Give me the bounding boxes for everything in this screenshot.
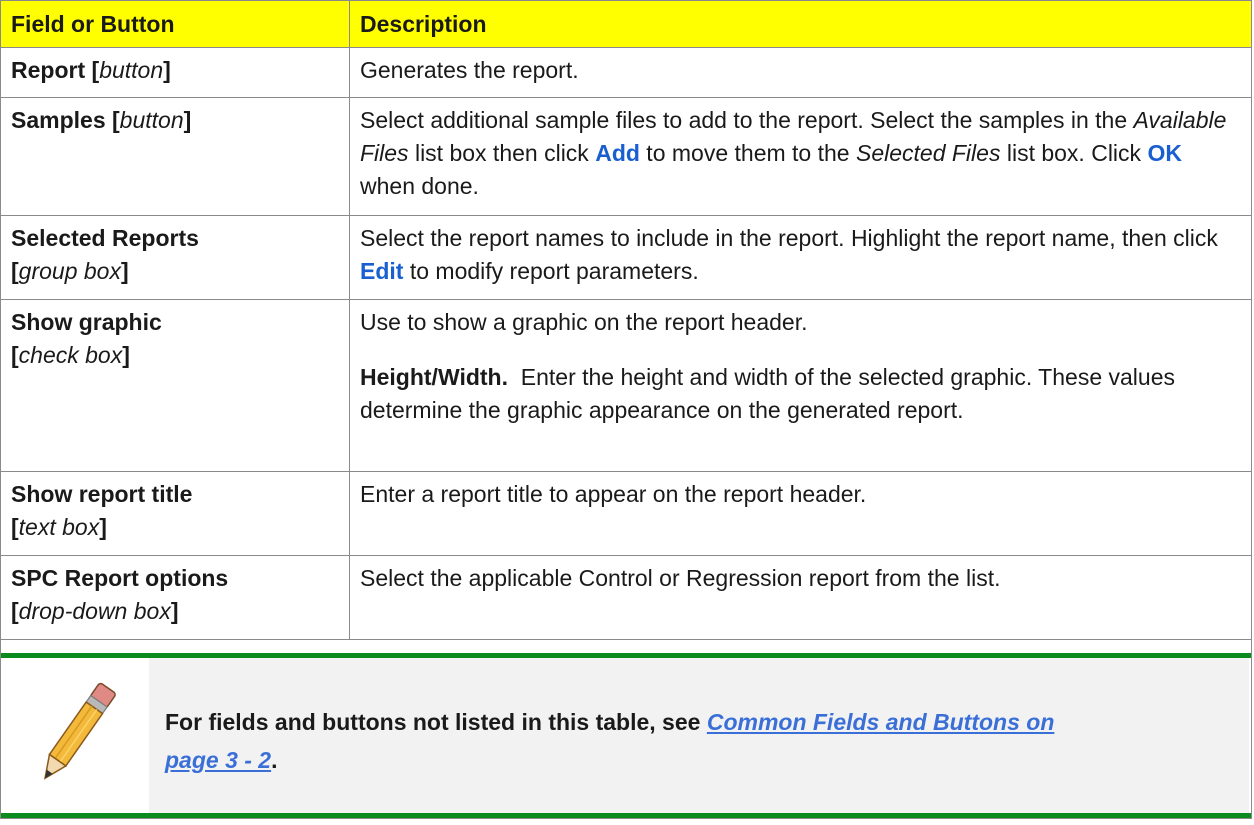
description-text: Use to show a graphic on the report head… bbox=[360, 309, 808, 335]
description-text: Select the report names to include in th… bbox=[360, 225, 1218, 251]
pencil-icon bbox=[43, 682, 116, 780]
field-type: text box bbox=[18, 514, 100, 540]
description-cell: Use to show a graphic on the report head… bbox=[349, 299, 1252, 472]
description-text: Select additional sample files to add to… bbox=[360, 107, 1134, 133]
description-text: when done. bbox=[360, 173, 479, 199]
table-row: Selected Reports [group box] Select the … bbox=[0, 215, 1252, 300]
description-cell: Select additional sample files to add to… bbox=[349, 97, 1252, 216]
note-bottom-bar bbox=[1, 813, 1251, 818]
field-cell: Selected Reports [group box] bbox=[0, 215, 350, 300]
note-box: For fields and buttons not listed in thi… bbox=[1, 640, 1251, 818]
list-box-name: Selected Files bbox=[855, 140, 1001, 166]
height-width-label: Height/Width. bbox=[360, 364, 508, 390]
description-text: Generates the report. bbox=[360, 57, 579, 83]
note-body: For fields and buttons not listed in thi… bbox=[165, 709, 707, 735]
description-text: to move them to the bbox=[639, 140, 856, 166]
note-text: For fields and buttons not listed in thi… bbox=[165, 703, 1065, 779]
field-type: group box bbox=[18, 258, 121, 284]
table-row: Show graphic [check box] Use to show a g… bbox=[0, 299, 1252, 472]
field-cell: Report [button] bbox=[0, 47, 350, 98]
field-name: Show report title bbox=[11, 481, 193, 507]
note-cell: For fields and buttons not listed in thi… bbox=[0, 639, 1252, 819]
note-row: For fields and buttons not listed in thi… bbox=[0, 639, 1252, 819]
field-type: button bbox=[99, 57, 164, 83]
edit-button-ref: Edit bbox=[360, 258, 404, 284]
field-type: check box bbox=[18, 342, 123, 368]
field-name: Show graphic bbox=[11, 309, 162, 335]
description-text: Select the applicable Control or Regress… bbox=[360, 565, 1001, 591]
description-cell: Enter a report title to appear on the re… bbox=[349, 471, 1252, 556]
description-cell: Generates the report. bbox=[349, 47, 1252, 98]
table-row: SPC Report options [drop-down box] Selec… bbox=[0, 555, 1252, 640]
table-row: Samples [button] Select additional sampl… bbox=[0, 97, 1252, 216]
field-cell: SPC Report options [drop-down box] bbox=[0, 555, 350, 640]
table-row: Report [button] Generates the report. bbox=[0, 47, 1252, 98]
field-name: Samples bbox=[11, 107, 106, 133]
table-header-row: Field or Button Description bbox=[0, 0, 1252, 48]
description-text: to modify report parameters. bbox=[403, 258, 699, 284]
ok-button-ref: OK bbox=[1147, 140, 1182, 166]
description-text: Enter a report title to appear on the re… bbox=[360, 481, 867, 507]
field-name: Selected Reports bbox=[11, 225, 199, 251]
field-cell: Show graphic [check box] bbox=[0, 299, 350, 472]
field-type: drop-down box bbox=[18, 598, 171, 624]
header-description: Description bbox=[349, 0, 1252, 48]
header-field-or-button: Field or Button bbox=[0, 0, 350, 48]
add-button-ref: Add bbox=[595, 140, 640, 166]
table-row: Show report title [text box] Enter a rep… bbox=[0, 471, 1252, 556]
field-description-table: Field or Button Description Report [butt… bbox=[0, 0, 1252, 819]
field-cell: Show report title [text box] bbox=[0, 471, 350, 556]
note-end: . bbox=[271, 747, 278, 773]
description-text: list box then click bbox=[408, 140, 596, 166]
description-cell: Select the applicable Control or Regress… bbox=[349, 555, 1252, 640]
field-name: Report bbox=[11, 57, 86, 83]
field-cell: Samples [button] bbox=[0, 97, 350, 216]
description-text: list box. Click bbox=[1000, 140, 1148, 166]
description-cell: Select the report names to include in th… bbox=[349, 215, 1252, 300]
field-name: SPC Report options bbox=[11, 565, 229, 591]
field-type: button bbox=[119, 107, 184, 133]
